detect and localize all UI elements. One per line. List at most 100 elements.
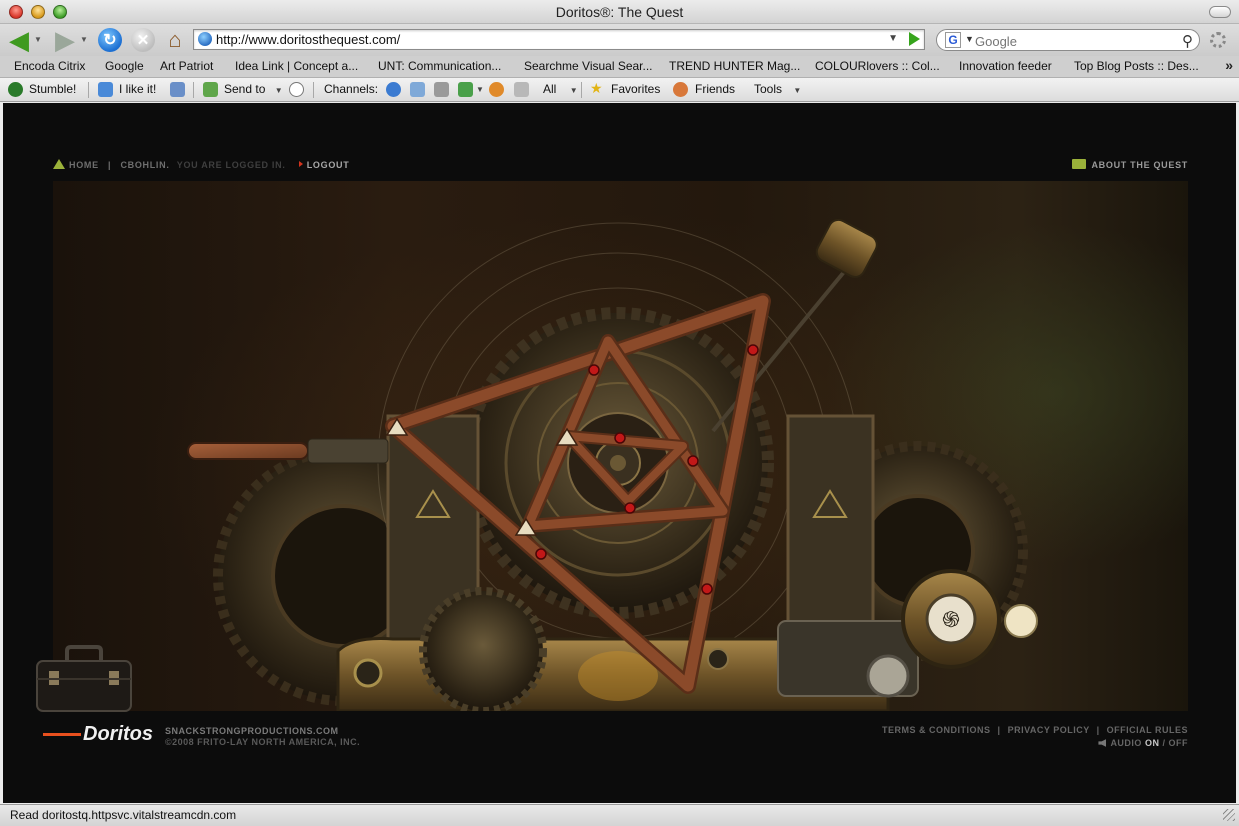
site-globe-icon <box>198 32 212 46</box>
left-crank-handle[interactable] <box>187 438 389 464</box>
channel-shuffle-icon[interactable] <box>458 82 473 97</box>
url-history-dropdown-icon[interactable]: ▼ <box>888 33 898 44</box>
stop-button[interactable]: ✕ <box>131 28 155 52</box>
speaker-icon <box>1098 739 1107 747</box>
send-to-button[interactable]: Send to ▼ <box>224 82 283 96</box>
nav-separator: | <box>108 160 112 170</box>
bookmark-item[interactable]: Google <box>105 59 144 73</box>
site-top-navigation: HOME | CBOHLIN. YOU ARE LOGGED IN. LOGOU… <box>53 159 349 171</box>
bookmark-item[interactable]: Searchme Visual Sear... <box>524 59 653 73</box>
go-arrow-icon[interactable] <box>909 32 920 46</box>
official-rules-link[interactable]: OFFICIAL RULES <box>1107 725 1188 735</box>
search-magnifier-icon[interactable]: ⚲ <box>1182 32 1193 50</box>
all-channels-dropdown-icon: ▼ <box>569 86 578 95</box>
channel-people-icon[interactable] <box>489 82 504 97</box>
window-title: Doritos®: The Quest <box>555 4 684 20</box>
send-to-dropdown-icon: ▼ <box>274 86 283 95</box>
bookmark-item[interactable]: Art Patriot <box>160 59 213 73</box>
channel-video-icon[interactable] <box>434 82 449 97</box>
bookmark-item[interactable]: Encoda Citrix <box>14 59 85 73</box>
bookmark-item[interactable]: Idea Link | Concept a... <box>235 59 358 73</box>
home-button[interactable]: ⌂ <box>162 27 188 53</box>
logout-link[interactable]: LOGOUT <box>298 160 350 170</box>
about-label: ABOUT THE QUEST <box>1091 160 1188 170</box>
puzzle-machine-illustration[interactable]: ֍ <box>53 181 1188 711</box>
favorites-button[interactable]: Favorites <box>611 82 660 96</box>
address-bar[interactable]: http://www.doritosthequest.com/ ▼ <box>193 29 925 50</box>
send-to-icon <box>203 82 218 97</box>
bookmark-item[interactable]: Innovation feeder <box>959 59 1052 73</box>
logged-in-label: YOU ARE LOGGED IN. <box>176 160 286 170</box>
search-bar[interactable]: G ▼ ⚲ <box>936 29 1200 51</box>
tools-dropdown-icon: ▼ <box>793 86 802 95</box>
tools-label: Tools <box>754 82 783 96</box>
small-gear-left <box>419 587 547 711</box>
status-text: Read doritostq.httpsvc.vitalstreamcdn.co… <box>10 808 237 822</box>
stumble-button[interactable]: Stumble! <box>29 82 76 96</box>
about-the-quest-link[interactable]: ABOUT THE QUEST <box>1072 159 1188 170</box>
all-channels-button[interactable]: All ▼ <box>543 82 578 96</box>
search-engine-dropdown-icon[interactable]: ▼ <box>965 34 974 44</box>
stop-icon: ✕ <box>136 32 150 49</box>
home-icon: ⌂ <box>168 27 182 52</box>
footer-separator: | <box>1096 725 1100 735</box>
back-button[interactable]: ◀ <box>6 24 32 55</box>
triskele-symbol-icon: ֍ <box>942 608 960 633</box>
audio-off-button[interactable]: OFF <box>1169 738 1189 748</box>
username-label: CBOHLIN. <box>120 160 170 170</box>
terms-link[interactable]: TERMS & CONDITIONS <box>882 725 991 735</box>
footer-links: TERMS & CONDITIONS | PRIVACY POLICY | OF… <box>882 725 1188 748</box>
channels-label: Channels: <box>324 82 379 96</box>
favorites-star-icon: ★ <box>590 80 603 96</box>
url-text[interactable]: http://www.doritosthequest.com/ <box>216 32 400 47</box>
tools-menu-button[interactable]: Tools ▼ <box>754 82 801 96</box>
bookmark-item[interactable]: TREND HUNTER Mag... <box>669 59 800 73</box>
back-history-dropdown-icon[interactable]: ▼ <box>34 35 42 44</box>
google-engine-icon[interactable]: G <box>945 32 961 48</box>
thumbs-down-icon[interactable] <box>170 82 185 97</box>
production-link[interactable]: SNACKSTRONGPRODUCTIONS.COM <box>165 726 339 736</box>
stumbleupon-toolbar: Stumble! I like it! Send to ▼ Channels: … <box>0 78 1239 102</box>
search-input[interactable] <box>975 33 1165 49</box>
resize-grip-icon[interactable] <box>1223 809 1235 821</box>
like-button[interactable]: I like it! <box>119 82 156 96</box>
bookmark-item[interactable]: UNT: Communication... <box>378 59 501 73</box>
forward-button[interactable]: ▶ <box>52 24 78 55</box>
doritos-logo[interactable]: Doritos <box>43 723 153 746</box>
thumbs-up-icon <box>98 82 113 97</box>
navigation-toolbar: ◀ ▼ ▶ ▼ ↻ ✕ ⌂ http://www.doritosthequest… <box>0 24 1239 56</box>
send-to-label: Send to <box>224 82 266 96</box>
channel-shuffle-dropdown-icon[interactable]: ▼ <box>476 85 484 94</box>
logout-arrow-icon <box>298 161 303 167</box>
browser-window: Doritos®: The Quest ◀ ▼ ▶ ▼ ↻ ✕ ⌂ http:/… <box>0 0 1239 826</box>
loading-spinner-icon <box>1210 32 1226 48</box>
back-arrow-icon: ◀ <box>9 24 29 55</box>
inventory-briefcase-icon[interactable] <box>29 641 139 719</box>
channel-photos-icon[interactable] <box>410 82 425 97</box>
comment-bubble-icon[interactable] <box>289 82 304 97</box>
forward-arrow-icon: ▶ <box>55 24 75 55</box>
friends-icon <box>673 82 688 97</box>
bookmarks-toolbar: Encoda Citrix Google Art Patriot Idea Li… <box>0 56 1239 78</box>
forward-history-dropdown-icon[interactable]: ▼ <box>80 35 88 44</box>
toolbar-separator <box>581 82 582 98</box>
status-bar: Read doritostq.httpsvc.vitalstreamcdn.co… <box>0 804 1239 826</box>
bookmark-item[interactable]: COLOURlovers :: Col... <box>815 59 940 73</box>
channel-tag-icon[interactable] <box>514 82 529 97</box>
toolbar-separator <box>313 82 314 98</box>
bookmark-item[interactable]: Top Blog Posts :: Des... <box>1074 59 1199 73</box>
reload-button[interactable]: ↻ <box>98 28 122 52</box>
home-link[interactable]: HOME <box>69 160 99 170</box>
stumbleupon-logo-icon <box>8 82 23 97</box>
legal-links-row: TERMS & CONDITIONS | PRIVACY POLICY | OF… <box>882 725 1188 735</box>
reload-icon: ↻ <box>103 32 117 49</box>
toolbar-toggle-button[interactable] <box>1209 6 1231 18</box>
right-pillar <box>786 414 875 648</box>
quest-puzzle-stage[interactable]: ֍ <box>53 181 1188 711</box>
friends-button[interactable]: Friends <box>695 82 735 96</box>
bookmarks-overflow-chevron-icon[interactable]: » <box>1225 57 1233 73</box>
privacy-link[interactable]: PRIVACY POLICY <box>1008 725 1090 735</box>
channel-web-icon[interactable] <box>386 82 401 97</box>
all-channels-label: All <box>543 82 557 96</box>
audio-on-button[interactable]: ON <box>1145 738 1160 748</box>
